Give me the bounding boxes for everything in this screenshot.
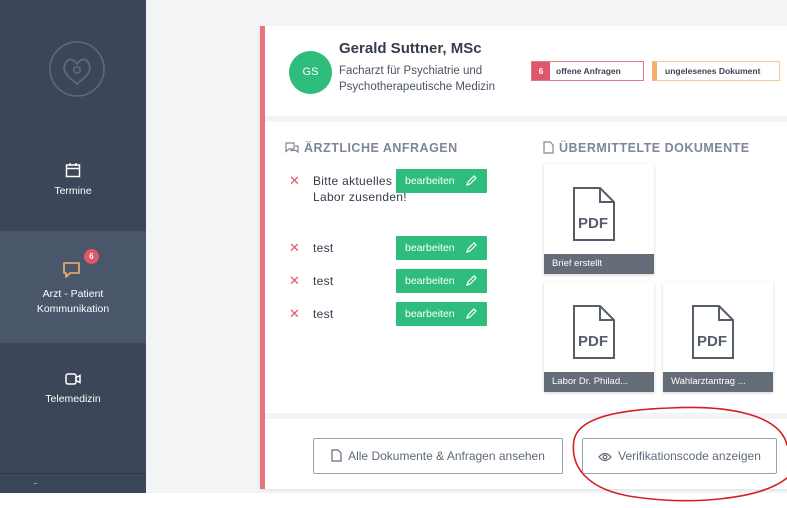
- documents-heading: ÜBERMITTELTE DOKUMENTE: [543, 141, 750, 155]
- document-icon: [331, 449, 342, 462]
- sidebar-item-label: Arzt - Patient Kommunikation: [0, 287, 146, 317]
- unread-document-label: ungelesenes Dokument: [665, 66, 761, 76]
- pencil-icon: [466, 275, 477, 286]
- open-requests-label: offene Anfragen: [556, 66, 621, 76]
- pdf-file-icon: PDF: [573, 187, 615, 241]
- sidebar-more-icon[interactable]: ˜: [34, 483, 42, 491]
- edit-request-button[interactable]: bearbeiten: [396, 236, 487, 260]
- view-all-documents-label: Alle Dokumente & Anfragen ansehen: [348, 449, 545, 463]
- sidebar-divider: [0, 473, 146, 474]
- pencil-icon: [466, 308, 477, 319]
- doctor-name: Gerald Suttner, MSc: [339, 40, 482, 57]
- stethoscope-logo-icon[interactable]: [48, 40, 106, 98]
- delete-request-icon[interactable]: ✕: [289, 273, 300, 289]
- sidebar-item-label: Telemedizin: [45, 393, 101, 405]
- edit-button-label: bearbeiten: [405, 308, 455, 320]
- sidebar-item-label-line1: Arzt - Patient: [42, 288, 104, 300]
- show-verification-code-button[interactable]: Verifikationscode anzeigen: [582, 438, 777, 474]
- edit-request-button[interactable]: bearbeiten: [396, 302, 487, 326]
- sidebar-item-telemedizin[interactable]: Telemedizin: [0, 358, 146, 428]
- document-card[interactable]: PDF Brief erstellt: [544, 164, 654, 274]
- open-requests-count: 6: [532, 62, 550, 80]
- request-text: Bitte aktuelles Labor zusenden!: [313, 174, 407, 204]
- avatar: GS: [289, 51, 332, 94]
- pencil-icon: [466, 242, 477, 253]
- notification-badge: 6: [84, 249, 99, 264]
- pdf-file-icon: PDF: [573, 305, 615, 359]
- document-caption: Brief erstellt: [544, 254, 654, 274]
- edit-button-label: bearbeiten: [405, 275, 455, 287]
- pencil-icon: [466, 175, 477, 186]
- unread-document-badge[interactable]: ungelesenes Dokument: [652, 61, 780, 81]
- delete-request-icon[interactable]: ✕: [289, 240, 300, 256]
- sidebar-item-termine[interactable]: Termine: [0, 150, 146, 222]
- view-all-documents-button[interactable]: Alle Dokumente & Anfragen ansehen: [313, 438, 563, 474]
- edit-button-label: bearbeiten: [405, 175, 455, 187]
- doctor-specialty: Facharzt für Psychiatrie und Psychothera…: [339, 65, 495, 93]
- pdf-file-icon: PDF: [692, 305, 734, 359]
- edit-button-label: bearbeiten: [405, 242, 455, 254]
- calendar-icon: [65, 163, 81, 178]
- edit-request-button[interactable]: bearbeiten: [396, 169, 487, 193]
- document-icon: [543, 141, 554, 154]
- pdf-label: PDF: [697, 333, 727, 350]
- show-verification-code-label: Verifikationscode anzeigen: [618, 449, 761, 463]
- chat-bubbles-icon: [285, 142, 299, 154]
- edit-request-button[interactable]: bearbeiten: [396, 269, 487, 293]
- request-text: test: [313, 307, 334, 321]
- request-text: test: [313, 274, 334, 288]
- sidebar-item-label-line2: Kommunikation: [36, 303, 110, 315]
- delete-request-icon[interactable]: ✕: [289, 306, 300, 322]
- video-icon: [65, 373, 81, 385]
- chat-icon: [63, 262, 80, 278]
- document-caption: Wahlarztantrag ...: [663, 372, 773, 392]
- delete-request-icon[interactable]: ✕: [289, 173, 300, 189]
- request-text: test: [313, 241, 334, 255]
- pdf-label: PDF: [578, 215, 608, 232]
- eye-icon: [598, 452, 612, 462]
- sidebar-item-arzt-patient-kommunikation[interactable]: 6 Arzt - Patient Kommunikation: [0, 231, 146, 343]
- documents-heading-text: ÜBERMITTELTE DOKUMENTE: [559, 141, 750, 155]
- document-card[interactable]: PDF Wahlarztantrag ...: [663, 282, 773, 392]
- sidebar-item-label: Termine: [54, 185, 92, 197]
- document-card[interactable]: PDF Labor Dr. Philad...: [544, 282, 654, 392]
- pdf-label: PDF: [578, 333, 608, 350]
- sidebar: Termine 6 Arzt - Patient Kommunikation T…: [0, 0, 146, 493]
- header-divider: [265, 116, 787, 122]
- document-caption: Labor Dr. Philad...: [544, 372, 654, 392]
- requests-heading: ÄRZTLICHE ANFRAGEN: [285, 141, 458, 155]
- requests-heading-text: ÄRZTLICHE ANFRAGEN: [304, 141, 458, 155]
- footer-divider: [265, 413, 787, 419]
- doctor-card: GS Gerald Suttner, MSc Facharzt für Psyc…: [260, 26, 787, 489]
- open-requests-badge[interactable]: 6 offene Anfragen: [531, 61, 644, 81]
